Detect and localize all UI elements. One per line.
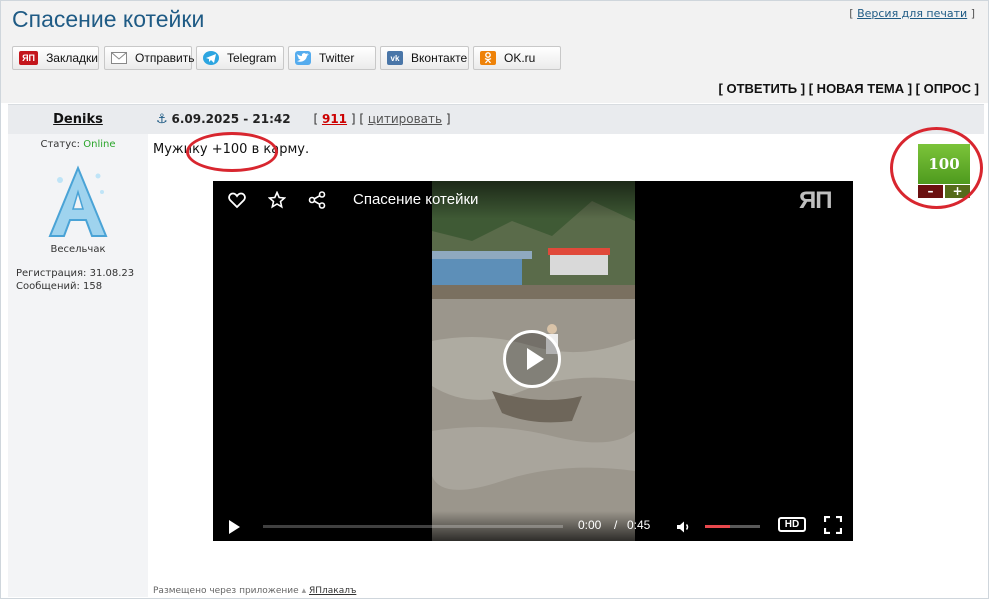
author-status: Статус: Online [8, 139, 148, 150]
play-overlay-button[interactable] [503, 330, 561, 388]
video-controls: 0:00 / 0:45 HD [213, 511, 853, 541]
print-bracket-open: [ [849, 7, 854, 20]
video-title: Спасение котейки [353, 191, 479, 208]
post-header: Deniks ⚓ 6.09.2025 - 21:42 [ 911 ] [ цит… [8, 104, 984, 134]
twitter-icon [295, 51, 311, 65]
share-label: Закладки [46, 51, 98, 65]
highlight-oval-message [186, 132, 278, 172]
progress-bar[interactable] [263, 525, 563, 528]
time-separator: / [614, 518, 618, 532]
footer-text: Размещено через приложение [153, 586, 299, 596]
post-date: 6.09.2025 - 21:42 [171, 112, 291, 126]
status-label: Статус: [40, 139, 81, 150]
author-sidebar: Статус: Online Весельчак Регистрация: 31… [8, 134, 148, 597]
author-link[interactable]: Deniks [53, 112, 103, 127]
telegram-icon [203, 51, 219, 65]
app-link[interactable]: ЯПлакалъ [309, 586, 356, 596]
post-number[interactable]: 911 [322, 112, 347, 126]
author-meta: Регистрация: 31.08.23 Сообщений: 158 [16, 267, 134, 293]
share-label: Twitter [319, 51, 355, 65]
ok-icon [480, 51, 496, 65]
print-version-link[interactable]: Версия для печати [857, 7, 967, 20]
new-topic-button[interactable]: [ НОВАЯ ТЕМА ] [809, 81, 912, 96]
share-button-ok[interactable]: OK.ru [473, 46, 561, 70]
share-button-twitter[interactable]: Twitter [288, 46, 376, 70]
duration: 0:45 [627, 518, 651, 532]
author-rank: Весельчак [50, 244, 106, 255]
yap-logo: ЯП [799, 187, 832, 214]
share-icon[interactable] [308, 191, 326, 209]
share-button-telegram[interactable]: Telegram [196, 46, 284, 70]
reply-button[interactable]: [ ОТВЕТИТЬ ] [719, 81, 806, 96]
volume-slider[interactable] [705, 525, 760, 528]
post-count: Сообщений: 158 [16, 281, 103, 292]
share-label: OK.ru [504, 51, 536, 65]
yap-icon: ЯП [19, 51, 39, 65]
video-player[interactable]: Спасение котейки ЯП 0:00 / 0:45 HD [213, 181, 853, 541]
like-icon[interactable] [228, 191, 246, 209]
volume-level [705, 525, 730, 528]
topic-actions: [ ОТВЕТИТЬ ] [ НОВАЯ ТЕМА ] [ ОПРОС ] [719, 81, 979, 96]
share-button-vk[interactable]: vk Вконтакте [380, 46, 469, 70]
post-footer: Размещено через приложение ▴ ЯПлакалъ [153, 586, 356, 596]
post-info: ⚓ 6.09.2025 - 21:42 [ 911 ] [ цитировать… [156, 112, 451, 127]
status-value: Online [83, 139, 116, 150]
quote-link[interactable]: цитировать [368, 112, 442, 126]
volume-icon[interactable] [676, 519, 692, 538]
avatar [38, 162, 118, 242]
topic-title: Спасение котейки [12, 6, 205, 32]
fullscreen-icon[interactable] [823, 515, 843, 538]
hd-button[interactable]: HD [778, 517, 806, 532]
highlight-oval-karma [890, 127, 983, 209]
current-time: 0:00 [578, 518, 602, 532]
share-label: Telegram [227, 51, 277, 65]
share-label: Вконтакте [411, 51, 468, 65]
star-icon[interactable] [267, 190, 287, 209]
vk-icon: vk [387, 51, 403, 65]
anchor-icon[interactable]: ⚓ [156, 112, 168, 127]
share-button-send[interactable]: Отправить [104, 46, 195, 70]
android-icon: ▴ [301, 586, 307, 596]
print-version: [ Версия для печати ] [849, 7, 975, 20]
post-author: Deniks [8, 105, 148, 134]
play-icon[interactable] [229, 520, 240, 534]
mail-icon [111, 51, 127, 65]
poll-button[interactable]: [ ОПРОС ] [916, 81, 979, 96]
print-bracket-close: ] [970, 7, 975, 20]
registration-date: Регистрация: 31.08.23 [16, 268, 135, 279]
share-label: Отправить [135, 51, 195, 65]
share-button-bookmarks[interactable]: ЯП Закладки [12, 46, 99, 70]
